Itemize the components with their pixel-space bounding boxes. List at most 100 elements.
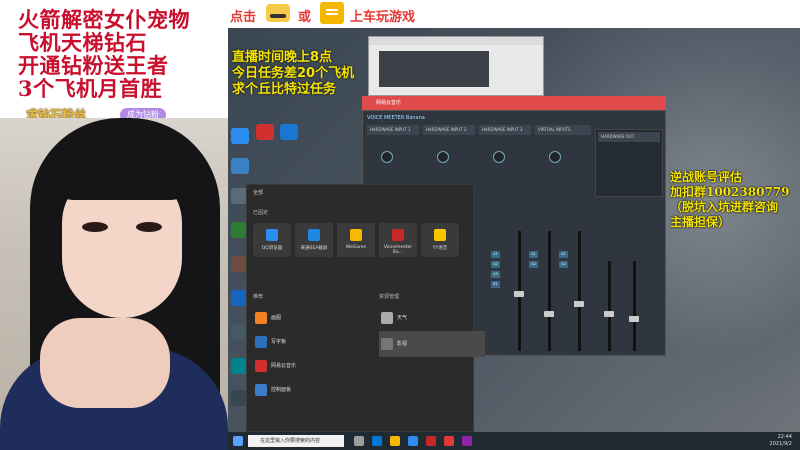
fader[interactable] xyxy=(574,301,584,307)
service-line: 主播担保） xyxy=(670,215,731,229)
bus-button[interactable]: A3 xyxy=(491,271,500,278)
list-item-label: 画图 xyxy=(271,315,282,321)
taskbar-clock[interactable]: 22:44 2021/9/2 xyxy=(770,434,792,448)
edge-icon[interactable] xyxy=(372,436,382,446)
selected-item[interactable]: 影视 xyxy=(379,331,485,357)
app-label: YY语音 xyxy=(432,246,448,251)
bus-button[interactable]: B1 xyxy=(491,281,500,288)
app-label: QQ浏览器 xyxy=(261,246,283,251)
schedule-line: 求个丘比特过任务 xyxy=(232,82,337,97)
pinned-app[interactable]: YY语音 xyxy=(421,223,459,257)
desktop-icon[interactable] xyxy=(231,128,249,144)
taskbar: 在这里输入你要搜索的内容 22:44 2021/9/2 xyxy=(228,432,800,450)
start-icon[interactable] xyxy=(233,436,243,446)
app-icon[interactable] xyxy=(462,436,472,446)
bus-button[interactable]: A1 xyxy=(491,251,500,258)
stage: 火箭解密女仆宠物 飞机天梯钻石 开通钻粉送王者 3个飞机月首胜 求钻石粉丝 成为… xyxy=(0,0,800,450)
pinned-app[interactable]: 来通SEA截屏 xyxy=(295,223,333,257)
music-window-titlebar[interactable]: 网易云音乐 xyxy=(362,96,666,110)
pinned-app[interactable]: Voicemeeter Ba... xyxy=(379,223,417,257)
bus-button[interactable]: A2 xyxy=(529,261,538,268)
or-label: 或 xyxy=(298,10,312,25)
play-label: 上车玩游戏 xyxy=(350,10,416,25)
recent-label: 资源管理 xyxy=(379,294,400,300)
service-line: （脱坑入坑进群咨询 xyxy=(670,200,779,214)
recommended-label: 推荐 xyxy=(253,294,264,300)
knob[interactable] xyxy=(437,151,449,163)
hw-out-label: HARDWARE OUT xyxy=(598,132,660,142)
list-item[interactable]: 天气 xyxy=(379,309,479,327)
hand xyxy=(40,318,170,408)
window-titlebar[interactable] xyxy=(369,37,543,45)
input-header: HARDWARE INPUT 3 xyxy=(479,125,531,135)
list-item-label: 网易云音乐 xyxy=(271,363,297,369)
car-icon[interactable] xyxy=(266,4,290,22)
webcam-feed xyxy=(0,118,228,450)
input-header: HARDWARE INPUT 1 xyxy=(367,125,419,135)
app-icon[interactable] xyxy=(426,436,436,446)
taskview-icon[interactable] xyxy=(354,436,364,446)
paint-icon xyxy=(255,312,267,324)
desktop-icon[interactable] xyxy=(256,124,274,140)
click-label: 点击 xyxy=(230,10,257,25)
desktop-icon[interactable] xyxy=(231,158,249,174)
service-line: 加扣群1002380779 xyxy=(670,185,790,199)
eye xyxy=(82,222,108,232)
start-menu-header[interactable]: 全部 xyxy=(253,189,263,196)
promo-line: 飞机天梯钻石 xyxy=(18,30,147,55)
control-panel-icon xyxy=(255,384,267,396)
app-icon xyxy=(266,229,278,241)
app-label: 来通SEA截屏 xyxy=(300,246,328,251)
list-item-label: 影视 xyxy=(397,341,408,347)
fader-track[interactable] xyxy=(633,261,636,351)
taskbar-search[interactable]: 在这里输入你要搜索的内容 xyxy=(248,435,344,447)
input-header: VIRTUAL INPUTS xyxy=(535,125,591,135)
top-banner: 点击 或 上车玩游戏 xyxy=(228,0,800,28)
app-icon[interactable] xyxy=(444,436,454,446)
knob[interactable] xyxy=(493,151,505,163)
bus-button[interactable]: A1 xyxy=(529,251,538,258)
promo-line: 火箭解密女仆宠物 xyxy=(18,7,190,32)
list-item-label: 写字板 xyxy=(271,339,287,345)
schedule-line: 直播时间晚上8点 xyxy=(232,50,333,65)
app-icon xyxy=(434,229,446,241)
list-item[interactable]: 控制面板 xyxy=(253,381,363,399)
list-item[interactable]: 画图 xyxy=(253,309,363,327)
app-icon[interactable] xyxy=(408,436,418,446)
app-icon xyxy=(350,229,362,241)
fader-track[interactable] xyxy=(548,231,551,351)
list-item[interactable]: 网易云音乐 xyxy=(253,357,363,375)
fader[interactable] xyxy=(604,311,614,317)
clock-date: 2021/9/2 xyxy=(769,441,792,447)
app-icon xyxy=(392,229,404,241)
stream-schedule: 直播时间晚上8点 今日任务差20个飞机 求个丘比特过任务 xyxy=(232,50,354,98)
input-header: HARDWARE INPUT 2 xyxy=(423,125,475,135)
list-item[interactable]: 影视 xyxy=(379,335,479,353)
bus-button[interactable]: A2 xyxy=(559,261,568,268)
fader[interactable] xyxy=(514,291,524,297)
bus-button[interactable]: A2 xyxy=(491,261,500,268)
fader-track[interactable] xyxy=(608,261,611,351)
knob[interactable] xyxy=(381,151,393,163)
account-service-text: 逆战账号评估 加扣群1002380779 （脱坑入坑进群咨询 主播担保） xyxy=(670,170,790,230)
app-label: Voicemeeter Ba... xyxy=(383,245,413,255)
desktop-icon[interactable] xyxy=(280,124,298,140)
list-item-label: 天气 xyxy=(397,315,408,321)
knob[interactable] xyxy=(549,151,561,163)
join-icon[interactable] xyxy=(320,2,344,24)
pinned-label: 已固定 xyxy=(253,210,269,216)
desktop-screen: 直播时间晚上8点 今日任务差20个飞机 求个丘比特过任务 网易云音乐 VOICE… xyxy=(228,28,800,450)
pinned-app[interactable]: WeGame xyxy=(337,223,375,257)
fader[interactable] xyxy=(544,311,554,317)
app-label: WeGame xyxy=(345,245,367,250)
window-content xyxy=(379,51,489,87)
list-item[interactable]: 写字板 xyxy=(253,333,363,351)
eye xyxy=(136,222,162,232)
bus-button[interactable]: A1 xyxy=(559,251,568,258)
promo-line: 开通钻粉送王者 xyxy=(18,53,169,78)
small-window[interactable] xyxy=(368,36,544,96)
fader-track[interactable] xyxy=(578,231,581,351)
explorer-icon[interactable] xyxy=(390,436,400,446)
pinned-app[interactable]: QQ浏览器 xyxy=(253,223,291,257)
fader[interactable] xyxy=(629,316,639,322)
